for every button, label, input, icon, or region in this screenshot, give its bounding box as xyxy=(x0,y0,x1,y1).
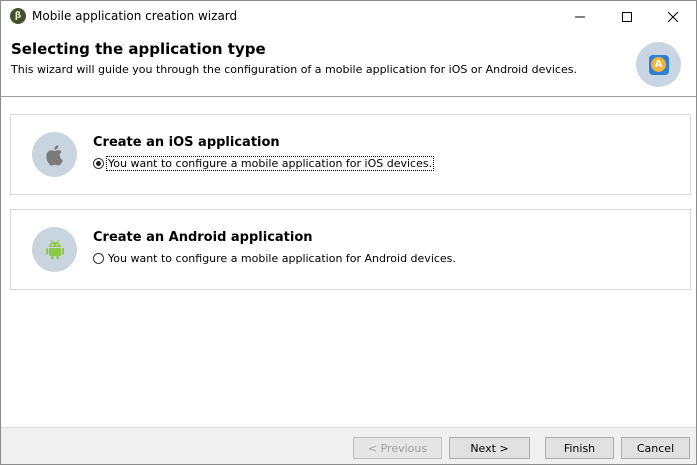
close-icon xyxy=(668,11,678,22)
apple-icon xyxy=(32,132,77,177)
option-title-android: Create an Android application xyxy=(93,230,313,245)
option-card-ios[interactable]: Create an iOS application You want to co… xyxy=(10,114,691,195)
radio-label-ios[interactable]: You want to configure a mobile applicati… xyxy=(105,155,435,171)
wizard-logo-icon: A xyxy=(636,42,681,87)
title-bar[interactable]: β Mobile application creation wizard xyxy=(1,1,696,32)
wizard-header: Selecting the application type This wiza… xyxy=(1,32,696,96)
radio-button-ios[interactable] xyxy=(93,157,104,169)
wizard-window: β Mobile application creation wizard Sel… xyxy=(0,0,697,465)
wizard-footer: < Previous Next > Finish Cancel xyxy=(1,428,696,464)
minimize-button[interactable] xyxy=(557,1,603,32)
cancel-button[interactable]: Cancel xyxy=(621,437,690,459)
page-subtitle: This wizard will guide you through the c… xyxy=(11,63,577,76)
radio-android[interactable]: You want to configure a mobile applicati… xyxy=(93,250,457,266)
radio-button-android[interactable] xyxy=(93,252,104,264)
radio-ios[interactable]: You want to configure a mobile applicati… xyxy=(93,155,435,171)
radio-label-android[interactable]: You want to configure a mobile applicati… xyxy=(107,252,457,265)
minimize-icon xyxy=(575,16,585,17)
previous-button[interactable]: < Previous xyxy=(353,437,442,459)
window-title: Mobile application creation wizard xyxy=(32,9,238,23)
header-divider xyxy=(1,96,696,97)
next-button[interactable]: Next > xyxy=(449,437,530,459)
app-logo-icon: β xyxy=(10,8,26,24)
logo-letter: A xyxy=(651,57,666,72)
finish-button[interactable]: Finish xyxy=(545,437,614,459)
close-button[interactable] xyxy=(650,1,696,32)
android-icon xyxy=(32,227,77,272)
option-card-android[interactable]: Create an Android application You want t… xyxy=(10,209,691,290)
maximize-icon xyxy=(622,11,632,22)
maximize-button[interactable] xyxy=(604,1,650,32)
option-title-ios: Create an iOS application xyxy=(93,135,280,150)
page-title: Selecting the application type xyxy=(11,40,266,58)
